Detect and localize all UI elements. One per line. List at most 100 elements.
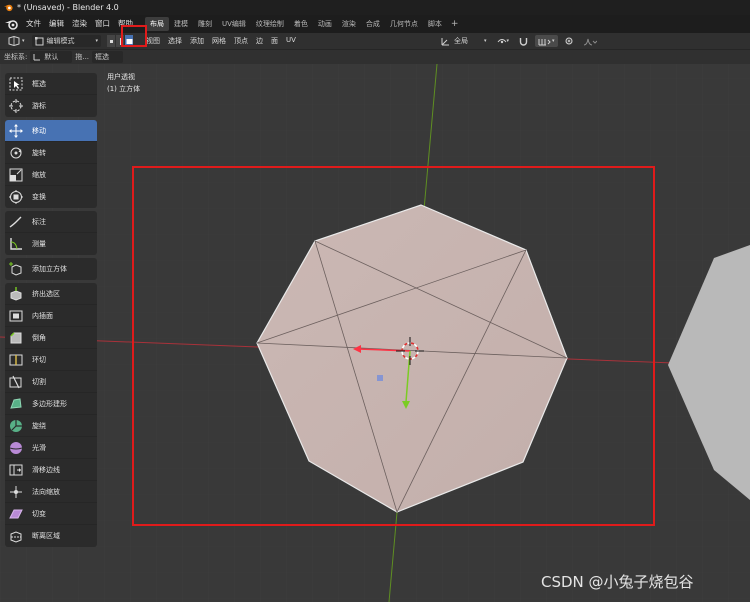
tab-rendering[interactable]: 渲染 — [337, 17, 361, 31]
tool-move[interactable]: 移动 — [5, 120, 97, 142]
header-right-controls: 全局 ▾ ▾ ▾ — [438, 35, 600, 47]
menu-edge[interactable]: 边 — [252, 36, 267, 46]
menu-vertex[interactable]: 顶点 — [230, 36, 252, 46]
tool-select-box[interactable]: 框选 — [5, 73, 97, 95]
vertex-select-icon — [109, 39, 113, 43]
tab-modeling[interactable]: 建模 — [169, 17, 193, 31]
shrink-fatten-icon — [8, 484, 24, 500]
snap-magnet-icon — [519, 37, 528, 46]
tool-label: 光滑 — [32, 443, 46, 452]
tool-add-cube[interactable]: 添加立方体 — [5, 258, 97, 280]
menu-window[interactable]: 窗口 — [91, 15, 114, 33]
snap-toggle[interactable] — [516, 35, 531, 47]
coord-system-dropdown[interactable]: 默认 — [30, 51, 73, 63]
proportional-edit-toggle[interactable] — [562, 35, 576, 47]
tool-loop-cut[interactable]: 环切 — [5, 349, 97, 371]
menu-face[interactable]: 面 — [267, 36, 282, 46]
tab-uv-editing[interactable]: UV编辑 — [217, 17, 251, 31]
pivot-point-dropdown[interactable]: ▾ — [494, 35, 513, 47]
tab-compositing[interactable]: 合成 — [361, 17, 385, 31]
tool-bevel[interactable]: 倒角 — [5, 327, 97, 349]
pivot-icon — [497, 38, 506, 43]
orientation-label: 全局 — [454, 37, 468, 45]
shear-icon — [8, 506, 24, 522]
snap-target-dropdown[interactable]: ▾ — [535, 35, 558, 47]
tool-annotate[interactable]: 标注 — [5, 211, 97, 233]
left-toolbar: 框选 游标 移动 旋转 缩放 变换 标注 测量 添加立方体 挤出选区 内插面 倒… — [5, 73, 97, 550]
mode-dropdown[interactable]: 编辑模式 ▾ — [31, 35, 102, 47]
tab-sculpting[interactable]: 雕刻 — [193, 17, 217, 31]
watermark-text: CSDN @小兔子烧包谷 — [541, 573, 694, 591]
edge-slide-icon — [8, 462, 24, 478]
tool-inset-faces[interactable]: 内插面 — [5, 305, 97, 327]
blender-menu-logo-icon[interactable] — [0, 15, 22, 33]
tool-measure[interactable]: 测量 — [5, 233, 97, 255]
toolgroup-transform: 移动 旋转 缩放 变换 — [5, 120, 97, 208]
tab-animation[interactable]: 动画 — [313, 17, 337, 31]
scale-icon — [8, 167, 24, 183]
tool-label: 断离区域 — [32, 532, 60, 540]
add-cube-icon — [8, 261, 24, 277]
tab-geometry-nodes[interactable]: 几何节点 — [385, 17, 423, 31]
rip-region-icon — [8, 528, 24, 544]
menu-add[interactable]: 添加 — [186, 36, 208, 46]
tool-label: 测量 — [32, 240, 46, 248]
mode-label: 编辑模式 — [46, 37, 75, 45]
tool-label: 多边形建形 — [32, 399, 67, 408]
tool-cursor[interactable]: 游标 — [5, 95, 97, 117]
toolgroup-annotate: 标注 测量 — [5, 211, 97, 255]
tool-label: 变换 — [32, 193, 46, 201]
coord-system-label: 坐标系: — [4, 53, 28, 61]
transform-orientation-dropdown[interactable]: 全局 ▾ — [438, 35, 490, 47]
select-box-icon — [8, 76, 24, 92]
tool-scale[interactable]: 缩放 — [5, 164, 97, 186]
tool-label: 滑移边线 — [32, 465, 60, 474]
tool-spin[interactable]: 旋绕 — [5, 415, 97, 437]
tool-settings-row: 坐标系: 默认 拖... 框选 — [0, 50, 170, 64]
proportional-edit-icon — [565, 37, 573, 45]
tool-label: 内插面 — [32, 311, 53, 320]
toolgroup-select: 框选 游标 — [5, 73, 97, 117]
tool-edge-slide[interactable]: 滑移边线 — [5, 459, 97, 481]
poly-build-icon — [8, 396, 24, 412]
menu-mesh[interactable]: 网格 — [208, 36, 230, 46]
drag-label: 拖... — [75, 53, 90, 61]
tool-transform[interactable]: 变换 — [5, 186, 97, 208]
add-workspace-button[interactable]: + — [447, 19, 463, 29]
tool-label: 移动 — [32, 126, 46, 135]
tool-extrude-region[interactable]: 挤出选区 — [5, 283, 97, 305]
tab-shading[interactable]: 着色 — [289, 17, 313, 31]
tool-label: 切割 — [32, 377, 46, 386]
menu-uv[interactable]: UV — [282, 36, 300, 46]
menu-render[interactable]: 渲染 — [68, 15, 91, 33]
tab-scripting[interactable]: 脚本 — [423, 17, 447, 31]
menu-select[interactable]: 选择 — [164, 36, 186, 46]
window-title: * (Unsaved) - Blender 4.0 — [17, 3, 119, 12]
tool-shrink-fatten[interactable]: 法向缩放 — [5, 481, 97, 503]
tool-knife[interactable]: 切割 — [5, 371, 97, 393]
loop-cut-icon — [8, 352, 24, 368]
viewport-header: ▾ 编辑模式 ▾ 视图 选择 添加 网格 顶点 边 面 UV 全局 ▾ ▾ ▾ — [0, 33, 750, 50]
tool-shear[interactable]: 切变 — [5, 503, 97, 525]
move-icon — [8, 123, 24, 139]
tab-texture-paint[interactable]: 纹理绘制 — [251, 17, 289, 31]
menu-edit[interactable]: 编辑 — [45, 15, 68, 33]
chevron-down-icon: ▾ — [484, 38, 487, 44]
tool-rotate[interactable]: 旋转 — [5, 142, 97, 164]
object-label: (1) 立方体 — [107, 85, 141, 93]
tool-rip-region[interactable]: 断离区域 — [5, 525, 97, 547]
tool-label: 旋绕 — [32, 421, 46, 430]
highlight-box-mesh — [132, 166, 655, 526]
tool-poly-build[interactable]: 多边形建形 — [5, 393, 97, 415]
tool-label: 游标 — [32, 102, 46, 110]
drag-value: 框选 — [95, 53, 110, 61]
vertex-select-button[interactable] — [107, 35, 117, 47]
tab-layout[interactable]: 布局 — [145, 17, 169, 31]
drag-dropdown[interactable]: 框选 — [92, 51, 124, 63]
falloff-dropdown[interactable] — [580, 35, 600, 47]
coord-system-value: 默认 — [44, 53, 59, 61]
menu-file[interactable]: 文件 — [22, 15, 45, 33]
tool-smooth[interactable]: 光滑 — [5, 437, 97, 459]
editor-type-dropdown[interactable]: ▾ — [4, 35, 28, 47]
bevel-icon — [8, 330, 24, 346]
